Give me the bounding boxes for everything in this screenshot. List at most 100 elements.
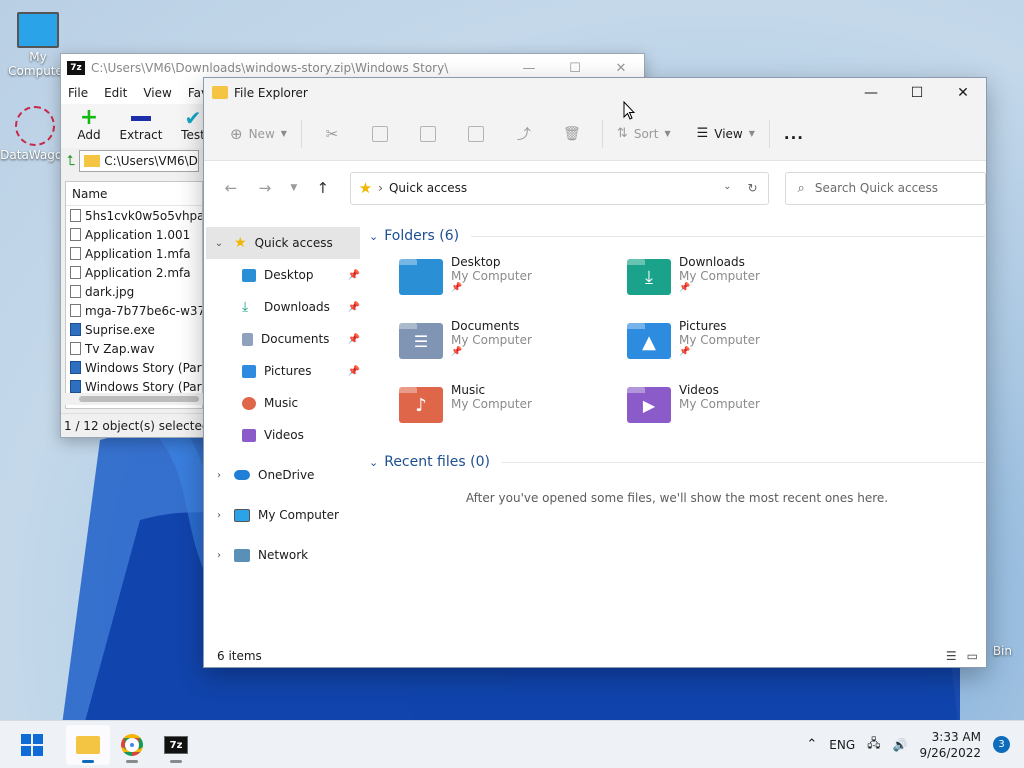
folder-tile-videos[interactable]: ▶ Videos My Computer [627, 383, 855, 431]
up-folder-icon[interactable]: ⮤ [67, 153, 75, 169]
folder-location: My Computer [679, 397, 760, 411]
nav-item-documents[interactable]: Documents 📌 [204, 323, 364, 355]
folder-tile-pictures[interactable]: ▲ Pictures My Computer 📌 [627, 319, 855, 367]
sort-button[interactable]: ⇅ Sort ▼ [609, 118, 679, 150]
sort-icon: ⇅ [616, 126, 628, 141]
list-item[interactable]: Windows Story (Part 1) [66, 358, 202, 377]
taskbar-chrome[interactable] [110, 725, 154, 765]
chrome-icon [121, 733, 143, 756]
scrollbar-thumb[interactable] [79, 396, 199, 402]
chevron-right-icon[interactable]: › [212, 550, 226, 561]
paste-button[interactable] [404, 118, 452, 150]
extract-button[interactable]: Extract [117, 108, 165, 142]
volume-icon[interactable]: 🔊 [893, 738, 908, 752]
up-arrow-icon[interactable]: ↑ [308, 179, 338, 197]
chevron-down-icon[interactable]: ⌄ [212, 238, 226, 249]
recent-section-header[interactable]: ⌄ Recent files (0) [369, 451, 985, 473]
add-button[interactable]: + Add [69, 107, 109, 143]
search-input[interactable]: ⌕ Search Quick access [784, 171, 987, 205]
address-bar[interactable]: ★ › Quick access ⌄ ↻ [349, 171, 769, 205]
details-view-icon[interactable]: ☰ [946, 649, 957, 663]
tiles-view-icon[interactable]: ▭ [967, 649, 978, 663]
explorer-titlebar[interactable]: File Explorer — ☐ ✕ [204, 78, 986, 107]
close-icon[interactable]: ✕ [598, 61, 644, 76]
taskbar-7zip[interactable]: 7z [154, 725, 198, 765]
more-button[interactable]: ... [776, 118, 812, 150]
list-item[interactable]: Application 1.mfa [66, 244, 202, 263]
nav-item-music[interactable]: Music [204, 387, 364, 419]
chevron-down-icon[interactable]: ⌄ [723, 181, 731, 195]
pin-icon: 📌 [347, 301, 360, 313]
horizontal-scrollbar[interactable] [65, 393, 203, 405]
nav-item-quick-access[interactable]: ⌄ ★ Quick access [206, 227, 360, 259]
chevron-right-icon[interactable]: › [212, 510, 226, 521]
7zip-file-list[interactable]: Name 5hs1cvk0w5o5vhpa_th Application 1.0… [65, 181, 203, 409]
list-item[interactable]: Tv Zap.wav [66, 339, 202, 358]
view-label: View [714, 126, 743, 141]
download-arrow-icon: ⤓ [242, 299, 249, 315]
start-button[interactable] [10, 725, 54, 765]
refresh-icon[interactable]: ↻ [747, 181, 757, 195]
recent-locations-chevron-icon[interactable]: ▼ [284, 183, 304, 193]
folder-tile-downloads[interactable]: ⤓ Downloads My Computer 📌 [627, 255, 855, 303]
menu-view[interactable]: View [143, 86, 171, 100]
folder-tile-music[interactable]: ♪ Music My Computer [399, 383, 627, 431]
folders-header-label: Folders (6) [384, 228, 460, 244]
star-icon: ★ [358, 179, 373, 197]
nav-item-network[interactable]: › Network [204, 539, 364, 571]
minus-icon [131, 116, 151, 121]
recent-header-label: Recent files (0) [384, 454, 490, 470]
breadcrumb-quick-access[interactable]: Quick access [389, 181, 467, 195]
column-header-name[interactable]: Name [66, 182, 202, 206]
system-tray: ⌃ ENG 🖧 🔊 3:33 AM 9/26/2022 3 [806, 729, 1024, 761]
maximize-button[interactable]: ☐ [894, 78, 940, 107]
cut-button[interactable]: ✂ [308, 118, 356, 150]
menu-edit[interactable]: Edit [104, 86, 127, 100]
menu-file[interactable]: File [68, 86, 88, 100]
nav-item-videos[interactable]: Videos [204, 419, 364, 451]
share-button[interactable]: ⤴ [500, 118, 548, 150]
nav-item-onedrive[interactable]: › OneDrive [204, 459, 364, 491]
notification-badge[interactable]: 3 [993, 736, 1010, 753]
forward-arrow-icon[interactable]: → [250, 179, 280, 197]
folder-name: Downloads [679, 255, 745, 269]
copy-button[interactable] [356, 118, 404, 150]
list-item[interactable]: Application 2.mfa [66, 263, 202, 282]
list-item[interactable]: 5hs1cvk0w5o5vhpa_th [66, 206, 202, 225]
minimize-button[interactable]: — [848, 78, 894, 107]
close-button[interactable]: ✕ [940, 78, 986, 107]
list-item[interactable]: Application 1.001 [66, 225, 202, 244]
clock[interactable]: 3:33 AM 9/26/2022 [919, 729, 981, 761]
nav-item-downloads[interactable]: ⤓ Downloads 📌 [204, 291, 364, 323]
folders-section-header[interactable]: ⌄ Folders (6) [369, 225, 985, 247]
path-text: C:\Users\VM6\D [104, 154, 198, 168]
list-item[interactable]: Suprise.exe [66, 320, 202, 339]
delete-button[interactable]: 🗑 [548, 118, 596, 150]
pin-icon: 📌 [347, 269, 360, 281]
7zip-path-input[interactable]: C:\Users\VM6\D [79, 150, 200, 172]
view-button[interactable]: ☰ View ▼ [689, 118, 763, 150]
language-indicator[interactable]: ENG [829, 738, 855, 752]
new-button[interactable]: ⊕ New ▼ [222, 118, 295, 150]
7zip-title: C:\Users\VM6\Downloads\windows-story.zip… [91, 61, 449, 75]
nav-item-desktop[interactable]: Desktop 📌 [204, 259, 364, 291]
chevron-up-icon[interactable]: ⌃ [806, 737, 817, 752]
time: 3:33 AM [931, 729, 981, 744]
taskbar-file-explorer[interactable] [66, 724, 110, 765]
list-item[interactable]: dark.jpg [66, 282, 202, 301]
minimize-icon[interactable]: — [506, 61, 552, 76]
file-explorer-window[interactable]: File Explorer — ☐ ✕ ⊕ New ▼ ✂ ⤴ 🗑 ⇅ Sort… [203, 77, 987, 668]
exe-icon [70, 361, 81, 374]
chevron-down-icon: ⌄ [369, 229, 379, 243]
maximize-icon[interactable]: ☐ [552, 61, 598, 76]
folder-tile-desktop[interactable]: Desktop My Computer 📌 [399, 255, 627, 303]
nav-item-pictures[interactable]: Pictures 📌 [204, 355, 364, 387]
music-folder-icon: ♪ [399, 387, 443, 423]
chevron-right-icon[interactable]: › [212, 470, 226, 481]
list-item[interactable]: mga-7b77be6c-w375- [66, 301, 202, 320]
back-arrow-icon[interactable]: ← [216, 179, 246, 197]
folder-tile-documents[interactable]: ☰ Documents My Computer 📌 [399, 319, 627, 367]
nav-item-my-computer[interactable]: › My Computer [204, 499, 364, 531]
network-icon[interactable]: 🖧 [867, 734, 880, 755]
rename-button[interactable] [452, 118, 500, 150]
